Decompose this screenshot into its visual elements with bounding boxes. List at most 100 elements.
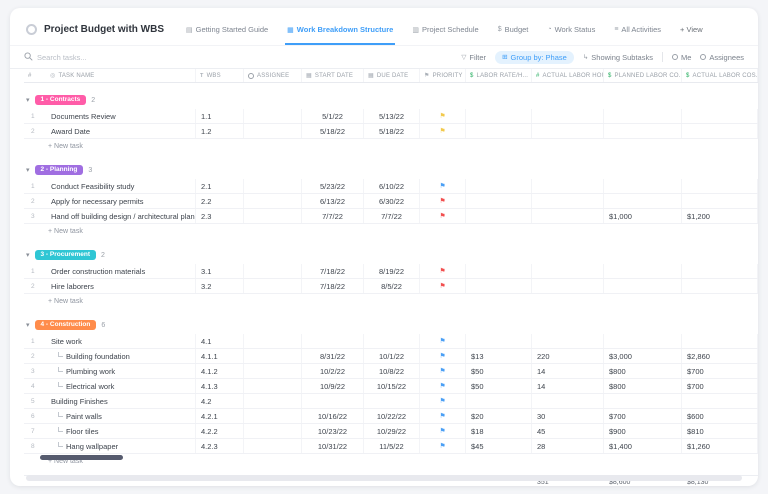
labor-rate-cell[interactable]	[466, 194, 532, 208]
group-badge[interactable]: 1 - Contracts	[35, 95, 87, 106]
showing-subtasks-button[interactable]: ↳Showing Subtasks	[583, 53, 653, 62]
col-task-name[interactable]: ◎TASK NAME	[46, 69, 196, 82]
wbs-cell[interactable]: 4.1.2	[196, 364, 244, 378]
priority-cell[interactable]: ⚑	[420, 349, 466, 363]
task-name-cell[interactable]: Plumbing work	[46, 364, 196, 378]
col-actual-labor-cost[interactable]: $ACTUAL LABOR COS...	[682, 69, 758, 82]
task-row[interactable]: 5 Building Finishes 4.2 ⚑	[24, 394, 758, 409]
search-input[interactable]	[37, 53, 132, 62]
start-date-cell[interactable]: 5/1/22	[302, 109, 364, 123]
planned-cost-cell[interactable]	[604, 334, 682, 348]
priority-cell[interactable]: ⚑	[420, 194, 466, 208]
planned-cost-cell[interactable]	[604, 194, 682, 208]
tab-work-status[interactable]: ◔Work Status	[545, 14, 597, 45]
assignee-cell[interactable]	[244, 379, 302, 393]
col-actual-labor-hours[interactable]: #ACTUAL LABOR HOURS	[532, 69, 604, 82]
start-date-cell[interactable]: 10/23/22	[302, 424, 364, 438]
labor-rate-cell[interactable]: $50	[466, 379, 532, 393]
priority-cell[interactable]: ⚑	[420, 424, 466, 438]
due-date-cell[interactable]: 11/5/22	[364, 439, 420, 453]
due-date-cell[interactable]: 10/15/22	[364, 379, 420, 393]
due-date-cell[interactable]: 10/1/22	[364, 349, 420, 363]
actual-cost-cell[interactable]	[682, 279, 758, 293]
labor-hours-cell[interactable]: 45	[532, 424, 604, 438]
actual-cost-cell[interactable]: $1,260	[682, 439, 758, 453]
start-date-cell[interactable]: 7/7/22	[302, 209, 364, 223]
assignee-cell[interactable]	[244, 394, 302, 408]
priority-cell[interactable]: ⚑	[420, 109, 466, 123]
chevron-down-icon[interactable]: ▾	[26, 321, 30, 329]
actual-cost-cell[interactable]: $700	[682, 364, 758, 378]
start-date-cell[interactable]	[302, 394, 364, 408]
group-by-button[interactable]: ⊞Group by: Phase	[495, 51, 574, 64]
planned-cost-cell[interactable]	[604, 124, 682, 138]
planned-cost-cell[interactable]: $1,000	[604, 209, 682, 223]
assignee-cell[interactable]	[244, 409, 302, 423]
labor-rate-cell[interactable]	[466, 279, 532, 293]
due-date-cell[interactable]: 8/5/22	[364, 279, 420, 293]
planned-cost-cell[interactable]: $800	[604, 379, 682, 393]
task-row[interactable]: 1 Order construction materials 3.1 7/18/…	[24, 264, 758, 279]
task-row[interactable]: 6 Paint walls 4.2.1 10/16/22 10/22/22 ⚑ …	[24, 409, 758, 424]
actual-cost-cell[interactable]: $1,200	[682, 209, 758, 223]
due-date-cell[interactable]: 10/8/22	[364, 364, 420, 378]
task-name-cell[interactable]: Floor tiles	[46, 424, 196, 438]
actual-cost-cell[interactable]	[682, 264, 758, 278]
wbs-cell[interactable]: 3.1	[196, 264, 244, 278]
assignee-cell[interactable]	[244, 424, 302, 438]
task-row[interactable]: 2 Apply for necessary permits 2.2 6/13/2…	[24, 194, 758, 209]
task-name-cell[interactable]: Award Date	[46, 124, 196, 138]
due-date-cell[interactable]: 10/22/22	[364, 409, 420, 423]
task-name-cell[interactable]: Site work	[46, 334, 196, 348]
assignee-cell[interactable]	[244, 209, 302, 223]
labor-rate-cell[interactable]: $18	[466, 424, 532, 438]
wbs-cell[interactable]: 4.2.2	[196, 424, 244, 438]
due-date-cell[interactable]	[364, 394, 420, 408]
assignees-button[interactable]: Assignees	[700, 53, 744, 62]
due-date-cell[interactable]: 7/7/22	[364, 209, 420, 223]
actual-cost-cell[interactable]	[682, 179, 758, 193]
wbs-cell[interactable]: 3.2	[196, 279, 244, 293]
task-name-cell[interactable]: Documents Review	[46, 109, 196, 123]
new-task-button[interactable]: + New task	[24, 454, 758, 468]
task-row[interactable]: 8 Hang wallpaper 4.2.3 10/31/22 11/5/22 …	[24, 439, 758, 454]
priority-cell[interactable]: ⚑	[420, 279, 466, 293]
planned-cost-cell[interactable]	[604, 109, 682, 123]
col-assignee[interactable]: ASSIGNEE	[244, 69, 302, 82]
priority-cell[interactable]: ⚑	[420, 439, 466, 453]
assignee-cell[interactable]	[244, 179, 302, 193]
filter-button[interactable]: ▽Filter	[461, 53, 486, 62]
due-date-cell[interactable]: 6/30/22	[364, 194, 420, 208]
labor-hours-cell[interactable]	[532, 194, 604, 208]
task-name-cell[interactable]: Apply for necessary permits	[46, 194, 196, 208]
labor-rate-cell[interactable]	[466, 109, 532, 123]
labor-hours-cell[interactable]: 14	[532, 379, 604, 393]
labor-hours-cell[interactable]: 220	[532, 349, 604, 363]
task-row[interactable]: 3 Hand off building design / architectur…	[24, 209, 758, 224]
labor-hours-cell[interactable]	[532, 279, 604, 293]
start-date-cell[interactable]: 5/23/22	[302, 179, 364, 193]
group-badge[interactable]: 2 - Planning	[35, 165, 84, 176]
task-name-cell[interactable]: Electrical work	[46, 379, 196, 393]
task-name-cell[interactable]: Building Finishes	[46, 394, 196, 408]
task-name-cell[interactable]: Conduct Feasibility study	[46, 179, 196, 193]
labor-rate-cell[interactable]: $13	[466, 349, 532, 363]
task-name-cell[interactable]: Paint walls	[46, 409, 196, 423]
wbs-cell[interactable]: 2.2	[196, 194, 244, 208]
planned-cost-cell[interactable]: $900	[604, 424, 682, 438]
start-date-cell[interactable]: 6/13/22	[302, 194, 364, 208]
task-row[interactable]: 2 Hire laborers 3.2 7/18/22 8/5/22 ⚑	[24, 279, 758, 294]
labor-rate-cell[interactable]: $50	[466, 364, 532, 378]
planned-cost-cell[interactable]: $800	[604, 364, 682, 378]
wbs-cell[interactable]: 4.1.1	[196, 349, 244, 363]
assignee-cell[interactable]	[244, 364, 302, 378]
priority-cell[interactable]: ⚑	[420, 209, 466, 223]
task-name-cell[interactable]: Hang wallpaper	[46, 439, 196, 453]
due-date-cell[interactable]: 6/10/22	[364, 179, 420, 193]
priority-cell[interactable]: ⚑	[420, 409, 466, 423]
planned-cost-cell[interactable]	[604, 279, 682, 293]
wbs-cell[interactable]: 4.1.3	[196, 379, 244, 393]
actual-cost-cell[interactable]	[682, 334, 758, 348]
wbs-cell[interactable]: 4.2	[196, 394, 244, 408]
start-date-cell[interactable]: 10/9/22	[302, 379, 364, 393]
